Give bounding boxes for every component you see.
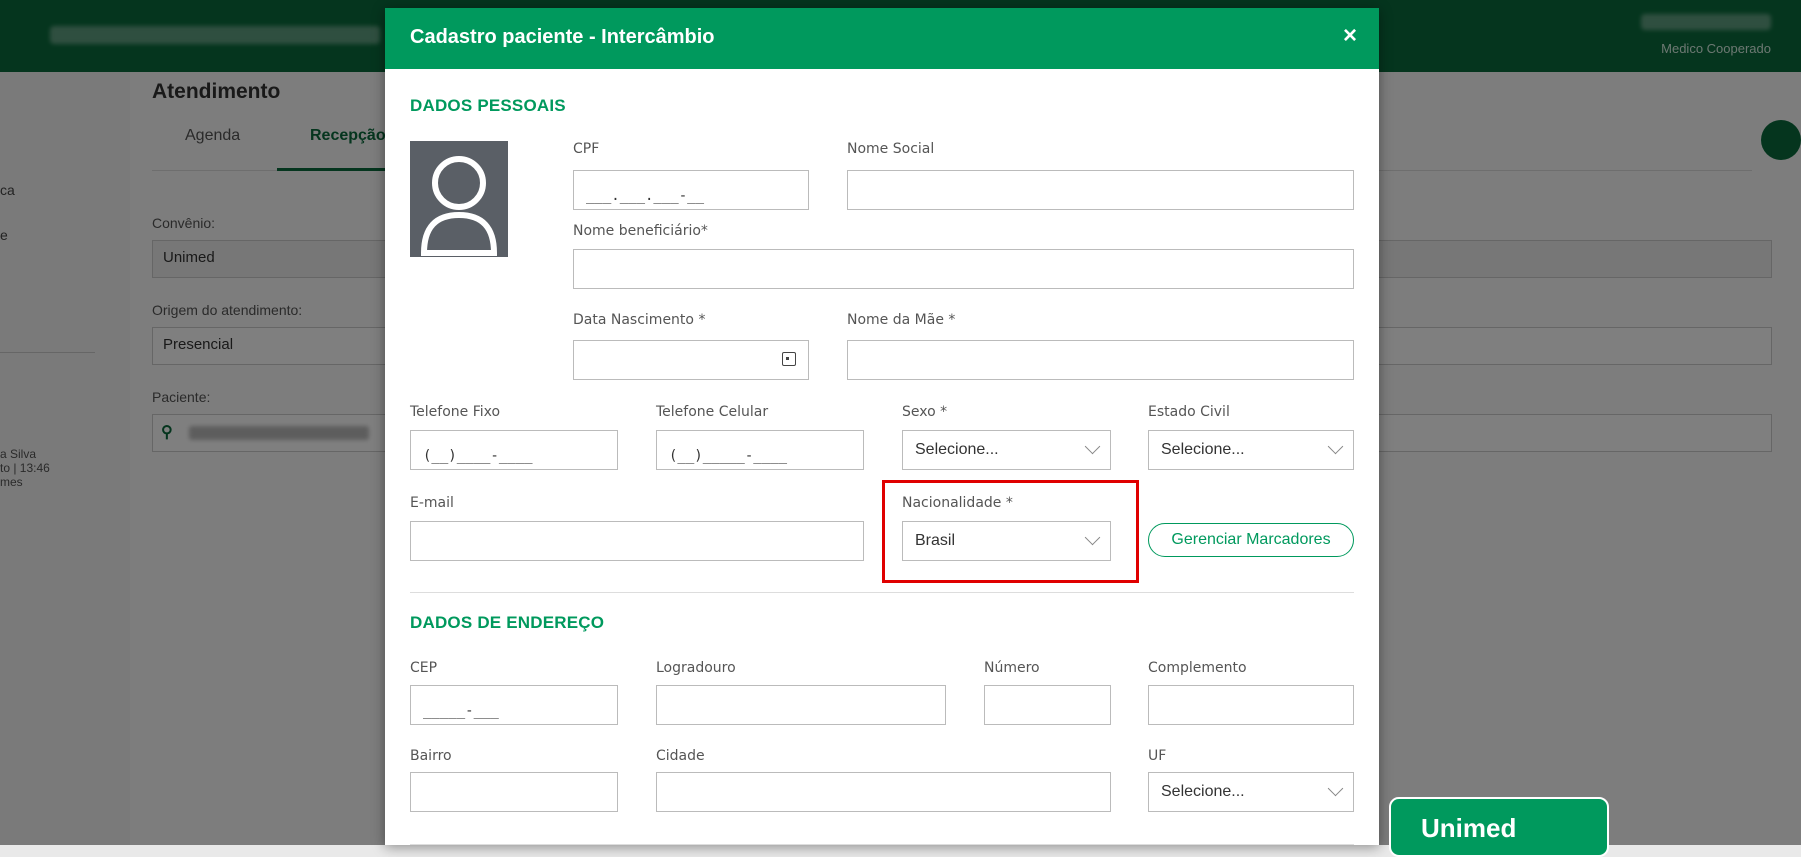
modal-header: Cadastro paciente - Intercâmbio × bbox=[385, 8, 1379, 69]
email-label: E-mail bbox=[410, 495, 454, 511]
unimed-logo-text: Unimed bbox=[1421, 813, 1517, 843]
personal-section-title: DADOS PESSOAIS bbox=[410, 96, 566, 115]
uf-value: Selecione... bbox=[1161, 783, 1245, 800]
cpf-mask: ___.___.___-__ bbox=[586, 188, 705, 204]
bairro-label: Bairro bbox=[410, 748, 452, 764]
cep-label: CEP bbox=[410, 660, 438, 676]
chevron-down-icon bbox=[1084, 529, 1101, 546]
chevron-down-icon bbox=[1084, 438, 1101, 455]
nacionalidade-label: Nacionalidade * bbox=[902, 495, 1013, 511]
nacionalidade-value: Brasil bbox=[915, 532, 956, 549]
calendar-icon[interactable] bbox=[782, 352, 796, 366]
cpf-label: CPF bbox=[573, 141, 600, 157]
complemento-label: Complemento bbox=[1148, 660, 1247, 676]
nome-mae-input[interactable] bbox=[847, 340, 1354, 380]
telefone-fixo-input[interactable]: (__)____-____ bbox=[410, 430, 618, 470]
logradouro-label: Logradouro bbox=[656, 660, 736, 676]
telefone-fixo-label: Telefone Fixo bbox=[410, 404, 501, 420]
cidade-label: Cidade bbox=[656, 748, 705, 764]
chevron-down-icon bbox=[1327, 780, 1344, 797]
estado-civil-select[interactable]: Selecione... bbox=[1148, 430, 1354, 470]
nome-social-input[interactable] bbox=[847, 170, 1354, 210]
telefone-fixo-mask: (__)____-____ bbox=[423, 448, 533, 464]
sexo-select[interactable]: Selecione... bbox=[902, 430, 1111, 470]
uf-select[interactable]: Selecione... bbox=[1148, 772, 1354, 812]
patient-registration-modal: Cadastro paciente - Intercâmbio × DADOS … bbox=[385, 8, 1379, 845]
address-section-title: DADOS DE ENDEREÇO bbox=[410, 613, 605, 632]
telefone-celular-mask: (__)_____-____ bbox=[669, 448, 788, 464]
modal-title: Cadastro paciente - Intercâmbio bbox=[410, 26, 715, 48]
complemento-input[interactable] bbox=[1148, 685, 1354, 725]
numero-label: Número bbox=[984, 660, 1040, 676]
telefone-celular-input[interactable]: (__)_____-____ bbox=[656, 430, 864, 470]
nacionalidade-select[interactable]: Brasil bbox=[902, 521, 1111, 561]
numero-input[interactable] bbox=[984, 685, 1111, 725]
patient-photo[interactable] bbox=[410, 141, 508, 257]
uf-label: UF bbox=[1148, 748, 1167, 764]
close-icon[interactable]: × bbox=[1343, 22, 1357, 50]
cidade-input[interactable] bbox=[656, 772, 1111, 812]
nome-mae-label: Nome da Mãe * bbox=[847, 312, 956, 328]
data-nascimento-input[interactable] bbox=[573, 340, 809, 380]
nome-beneficiario-input[interactable] bbox=[573, 249, 1354, 289]
user-avatar-icon bbox=[420, 156, 498, 256]
estado-civil-value: Selecione... bbox=[1161, 441, 1245, 458]
cep-mask: _____-___ bbox=[423, 703, 499, 719]
email-input[interactable] bbox=[410, 521, 864, 561]
logradouro-input[interactable] bbox=[656, 685, 946, 725]
gerenciar-marcadores-button[interactable]: Gerenciar Marcadores bbox=[1148, 523, 1354, 557]
cep-input[interactable]: _____-___ bbox=[410, 685, 618, 725]
unimed-logo: Unimed bbox=[1389, 797, 1609, 857]
bairro-input[interactable] bbox=[410, 772, 618, 812]
chevron-down-icon bbox=[1327, 438, 1344, 455]
nome-social-label: Nome Social bbox=[847, 141, 935, 157]
estado-civil-label: Estado Civil bbox=[1148, 404, 1230, 420]
nome-beneficiario-label: Nome beneficiário* bbox=[573, 223, 708, 239]
telefone-celular-label: Telefone Celular bbox=[656, 404, 769, 420]
data-nascimento-label: Data Nascimento * bbox=[573, 312, 706, 328]
cpf-input[interactable]: ___.___.___-__ bbox=[573, 170, 809, 210]
sexo-label: Sexo * bbox=[902, 404, 948, 420]
sexo-value: Selecione... bbox=[915, 441, 999, 458]
section-divider bbox=[410, 592, 1354, 593]
